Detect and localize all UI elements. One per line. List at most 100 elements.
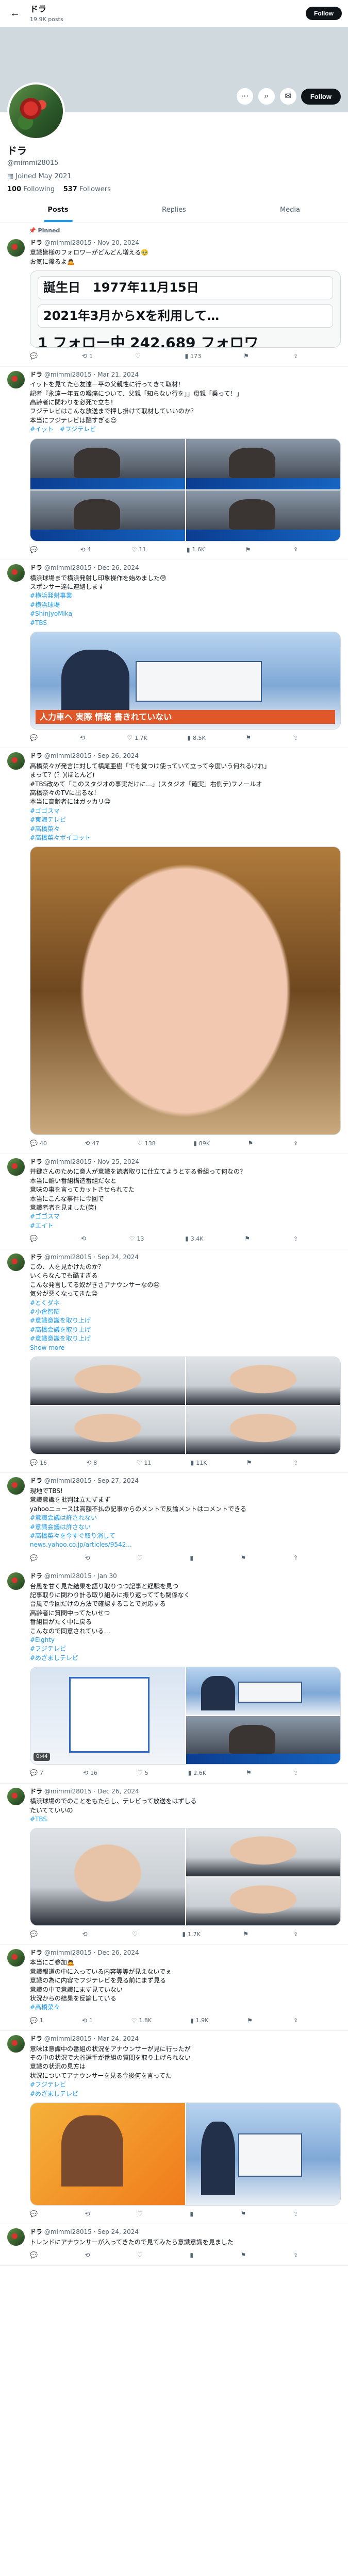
tweet-avatar[interactable] — [7, 2228, 25, 2246]
repost-button[interactable]: ⟲ — [82, 1930, 90, 1939]
views-button[interactable]: ▮ — [190, 2210, 195, 2218]
views-button[interactable]: ▮ 1.6K — [187, 546, 205, 554]
views-button[interactable]: ▮ 8.5K — [187, 734, 205, 742]
share-icon[interactable]: ⇪ — [293, 546, 298, 554]
tweet[interactable]: ドラ @mimmi28015 · Dec 26, 2024 横浜球場まで横浜発射し… — [0, 560, 348, 749]
tweet[interactable]: ドラ @mimmi28015 · Jan 30 台風を甘く見た結果を語り取りつつ記… — [0, 1568, 348, 1784]
tweet-hashtags[interactable]: #フジテレビ #めざましテレビ — [30, 2080, 341, 2098]
reply-button[interactable]: 💬 — [30, 734, 40, 742]
views-button[interactable]: ▮ 173 — [185, 352, 202, 361]
repost-button[interactable]: ⟲ — [81, 1234, 88, 1243]
tweet-author-name[interactable]: ドラ — [30, 564, 42, 571]
tab-media[interactable]: Media — [232, 199, 348, 222]
tweet[interactable]: ドラ @mimmi28015 · Mar 24, 2024 意味は意識中の番組の状… — [0, 2031, 348, 2225]
bookmark-button[interactable]: ⚑ — [246, 1769, 254, 1777]
following-link[interactable]: 100 Following — [7, 185, 55, 193]
tweet-author-name[interactable]: ドラ — [30, 1477, 42, 1484]
reply-button[interactable]: 💬 — [30, 1554, 40, 1563]
repost-button[interactable]: ⟲ — [85, 2210, 92, 2218]
repost-button[interactable]: ⟲ 47 — [85, 1139, 99, 1148]
like-button[interactable]: ♡ 13 — [129, 1234, 144, 1243]
followers-link[interactable]: 537 Followers — [63, 185, 111, 193]
like-button[interactable]: ♡ 5 — [137, 1769, 148, 1777]
share-icon[interactable]: ⇪ — [293, 1139, 298, 1148]
tweet-author-name[interactable]: ドラ — [30, 2228, 42, 2235]
tweet-video[interactable] — [30, 1828, 185, 1926]
bookmark-button[interactable]: ⚑ — [240, 1554, 248, 1563]
reply-button[interactable]: 💬 — [30, 1234, 40, 1243]
tweet-image[interactable] — [186, 1828, 340, 1877]
reply-button[interactable]: 💬 — [30, 1930, 40, 1939]
bookmark-button[interactable]: ⚑ — [247, 1139, 255, 1148]
share-icon[interactable]: ⇪ — [293, 2251, 298, 2260]
repost-button[interactable]: ⟲ — [80, 734, 87, 742]
views-button[interactable]: ▮ 1.7K — [183, 1930, 201, 1939]
tweet-hashtags[interactable]: #とくダネ #小倉智昭 #意識意識を取り上げ #高橋会議を取り上げ #意識意識を… — [30, 1299, 341, 1344]
views-button[interactable]: ▮ 3.4K — [185, 1234, 203, 1243]
like-button[interactable]: ♡ 138 — [137, 1139, 156, 1148]
bookmark-button[interactable]: ⚑ — [244, 1234, 252, 1243]
tweet[interactable]: ドラ @mimmi28015 · Dec 26, 2024 本当にご参加🙇 意識報… — [0, 1945, 348, 2031]
share-icon[interactable]: ⇪ — [293, 1769, 298, 1777]
repost-button[interactable]: ⟲ 8 — [86, 1459, 97, 1467]
tweet-avatar[interactable] — [7, 1948, 25, 1967]
repost-button[interactable]: ⟲ 1 — [82, 2016, 93, 2025]
tweet-hashtags[interactable]: #横浜発射事業 #横浜球場 #ShinJyoMika #TBS — [30, 591, 341, 628]
tweet-image[interactable] — [186, 1406, 340, 1454]
bookmark-button[interactable]: ⚑ — [245, 734, 253, 742]
views-button[interactable]: ▮ 2.6K — [188, 1769, 206, 1777]
tweet-image[interactable] — [186, 438, 340, 489]
tweet-author-name[interactable]: ドラ — [30, 239, 42, 246]
tweet-image[interactable] — [30, 1357, 185, 1405]
views-button[interactable]: ▮ 89K — [193, 1139, 210, 1148]
bookmark-button[interactable]: ⚑ — [243, 1930, 251, 1939]
back-arrow-icon[interactable]: ← — [6, 5, 24, 22]
profile-avatar[interactable] — [7, 82, 65, 140]
bookmark-button[interactable]: ⚑ — [240, 2251, 248, 2260]
tab-replies[interactable]: Replies — [116, 199, 232, 222]
repost-button[interactable]: ⟲ 16 — [83, 1769, 97, 1777]
views-button[interactable]: ▮ — [190, 1554, 195, 1563]
tweet-author-name[interactable]: ドラ — [30, 1949, 42, 1956]
follow-button-top[interactable]: Follow — [306, 7, 342, 20]
tweet-avatar[interactable] — [7, 1787, 25, 1805]
like-button[interactable]: ♡ 11 — [131, 546, 146, 554]
tweet-image[interactable] — [30, 438, 185, 489]
tweet-author-name[interactable]: ドラ — [30, 1788, 42, 1795]
share-icon[interactable]: ⇪ — [293, 1459, 298, 1467]
share-icon[interactable]: ⇪ — [293, 352, 298, 361]
profile-card-image[interactable]: 誕生日 1977年11月15日 2021年3月からXを利用して… 1 フォロー中 2… — [30, 270, 341, 348]
tweet-avatar[interactable] — [7, 1253, 25, 1271]
tweet-author-name[interactable]: ドラ — [30, 752, 42, 759]
tweet-author-name[interactable]: ドラ — [30, 1253, 42, 1261]
like-button[interactable]: ♡ 1.7K — [127, 734, 147, 742]
tweet[interactable]: ドラ @mimmi28015 · Nov 25, 2024 井鍵さんのために意人が… — [0, 1154, 348, 1249]
views-button[interactable]: ▮ — [190, 2251, 195, 2260]
tweet-image[interactable] — [186, 1357, 340, 1405]
repost-button[interactable]: ⟲ 4 — [80, 546, 91, 554]
tweet-image[interactable] — [30, 490, 185, 541]
like-button[interactable]: ♡ — [132, 1930, 140, 1939]
tweet-author-name[interactable]: ドラ — [30, 371, 42, 378]
tweet-image[interactable] — [186, 1716, 340, 1765]
like-button[interactable]: ♡ — [137, 2210, 145, 2218]
tweet[interactable]: ドラ @mimmi28015 · Sep 26, 2024 高橋菜々が発言に対して… — [0, 748, 348, 1154]
reply-button[interactable]: 💬 — [30, 2251, 40, 2260]
tweet-hashtags[interactable]: #高橋菜々 — [30, 2003, 341, 2012]
tab-posts[interactable]: Posts — [0, 199, 116, 222]
tweet-avatar[interactable] — [7, 564, 25, 582]
tweet-avatar[interactable] — [7, 370, 25, 388]
tweet-image[interactable] — [186, 490, 340, 541]
tweet-image[interactable] — [186, 1667, 340, 1716]
tweet-link[interactable]: news.yahoo.co.jp/articles/9542... — [30, 1540, 341, 1549]
tweet-video[interactable]: 0:44 — [30, 1667, 185, 1765]
reply-button[interactable]: 💬 16 — [30, 1459, 47, 1467]
like-button[interactable]: ♡ — [137, 2251, 145, 2260]
tweet[interactable]: ドラ @mimmi28015 · Sep 27, 2024 現地でTBS! 意識意… — [0, 1473, 348, 1569]
like-button[interactable]: ♡ — [135, 352, 143, 361]
tweet-avatar[interactable] — [7, 2035, 25, 2053]
reply-button[interactable]: 💬 1 — [30, 2016, 43, 2025]
repost-button[interactable]: ⟲ — [85, 2251, 92, 2260]
views-button[interactable]: ▮ 1.9K — [190, 2016, 208, 2025]
tweet-author-name[interactable]: ドラ — [30, 2035, 42, 2042]
